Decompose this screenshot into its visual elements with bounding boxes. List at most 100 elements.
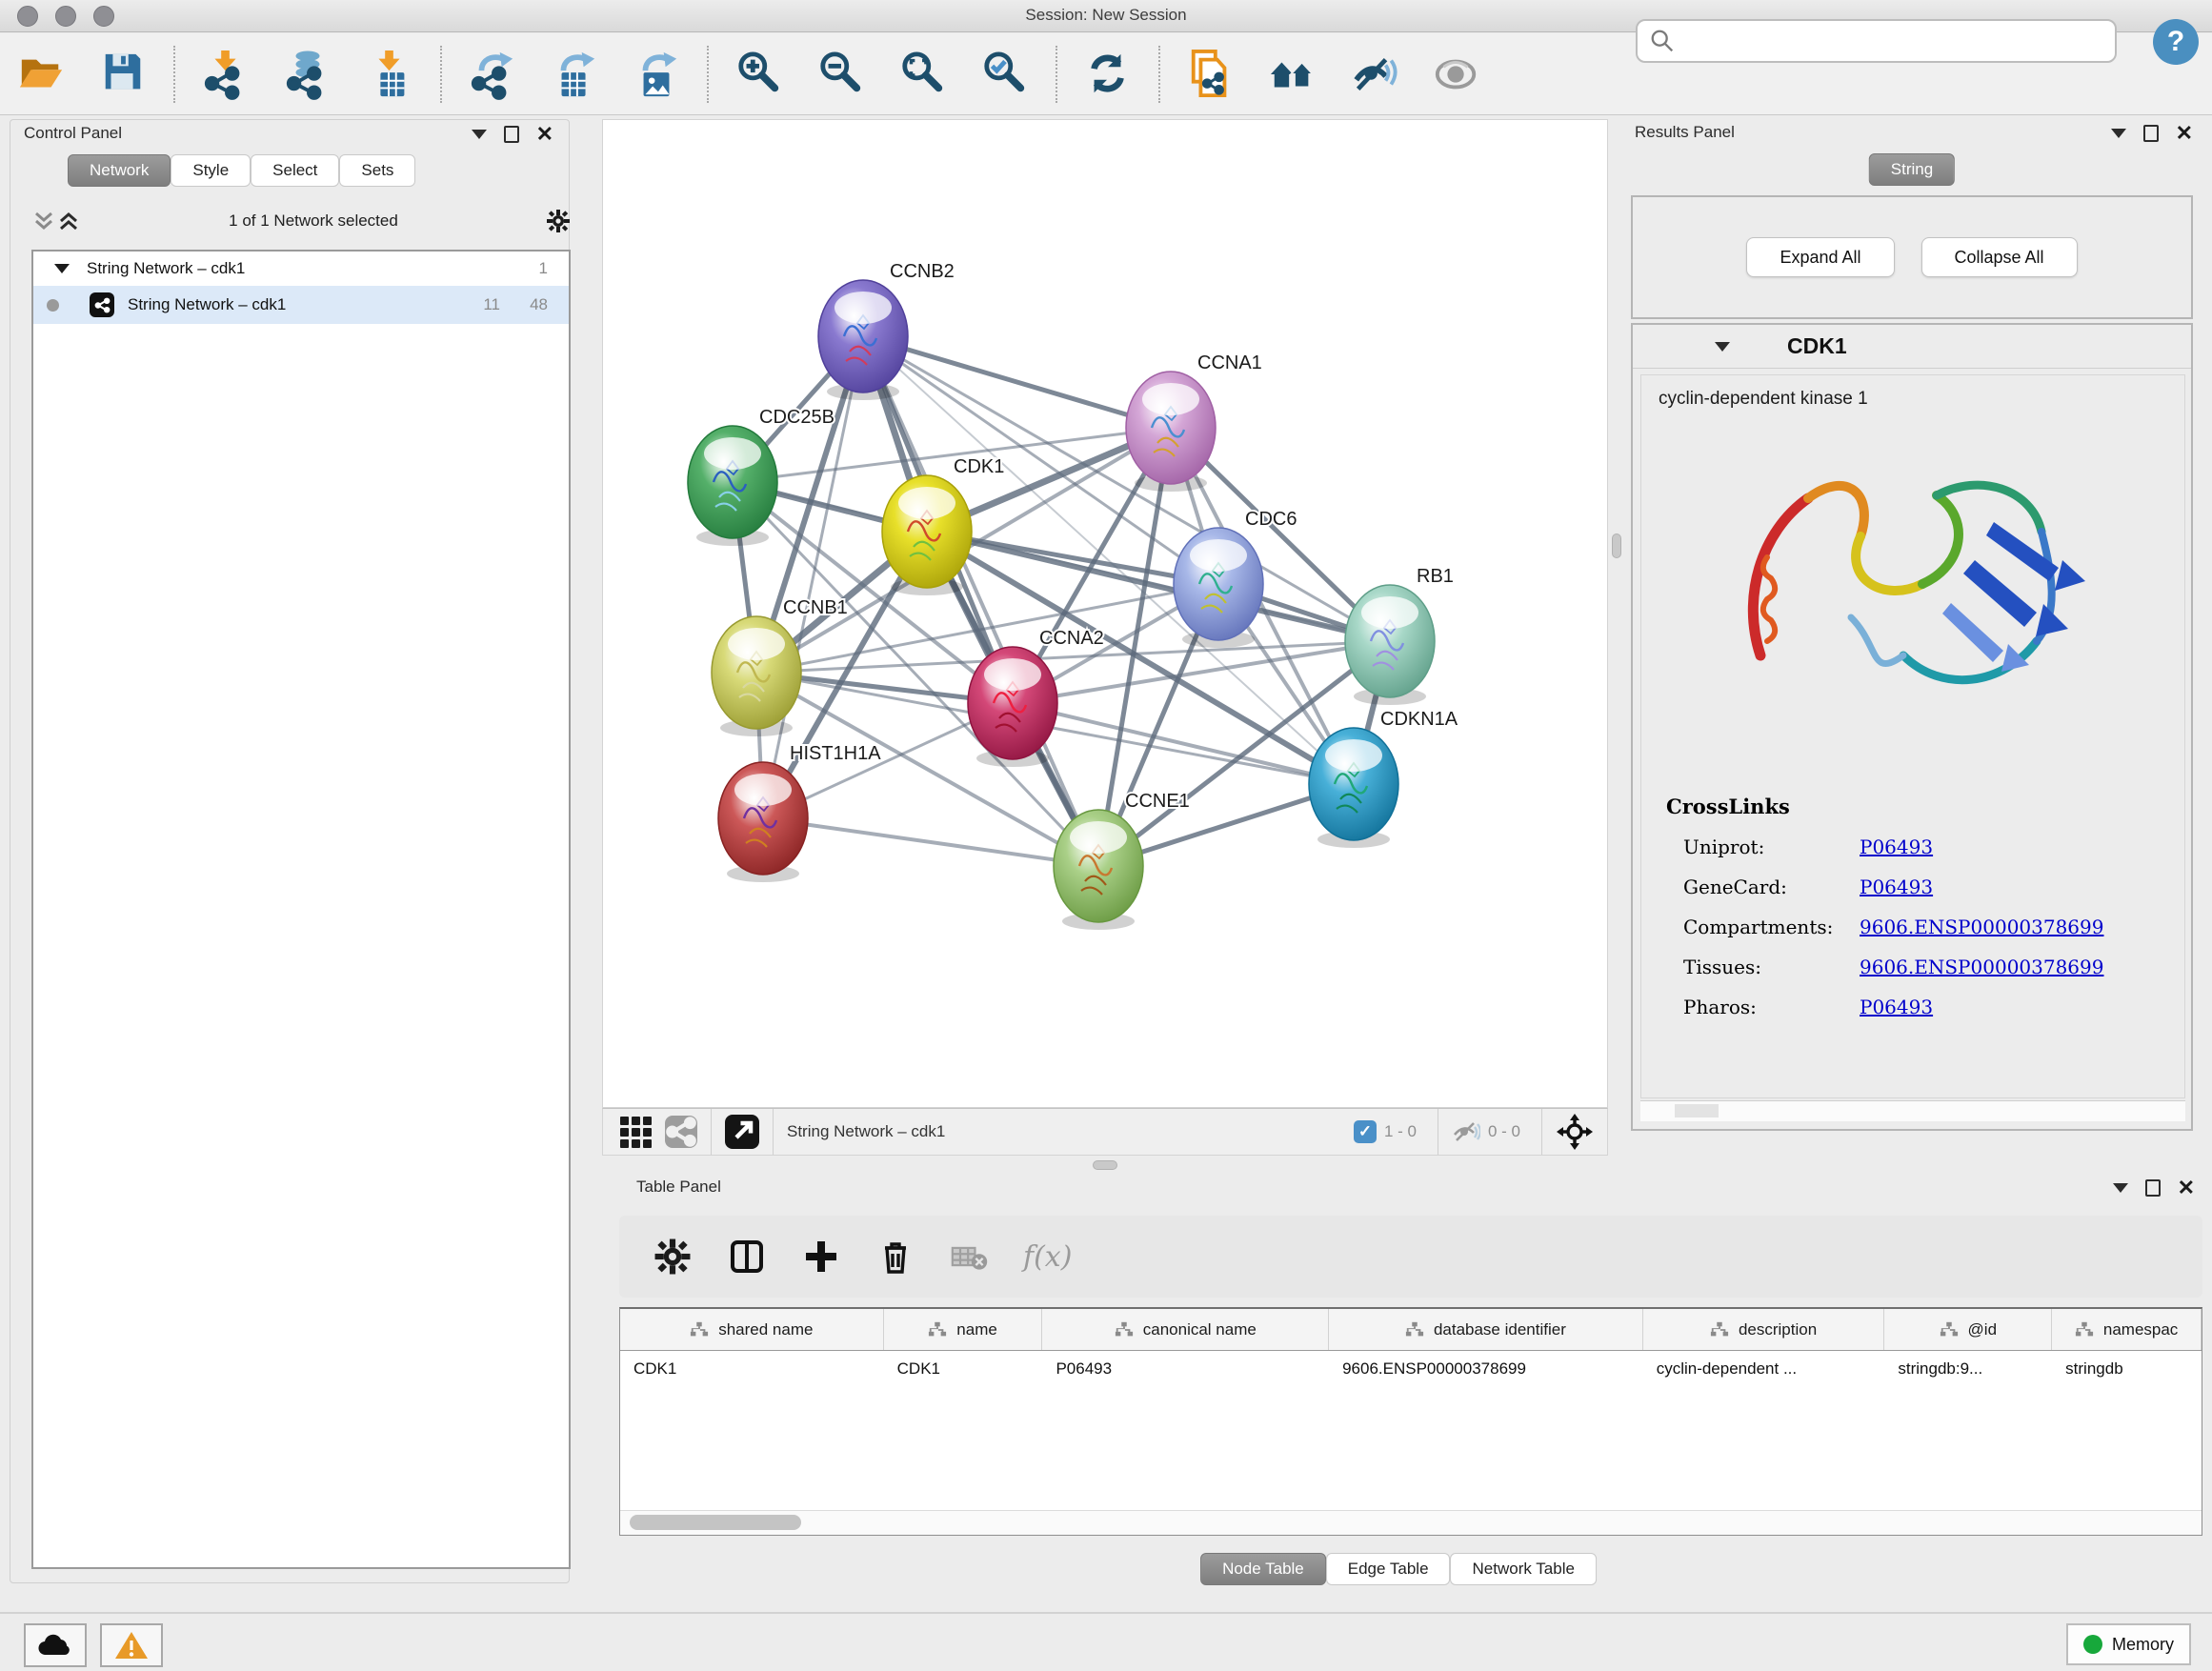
node-section-header[interactable]: CDK1 — [1633, 325, 2191, 369]
table-cell[interactable]: CDK1 — [884, 1359, 1043, 1379]
refresh-layout-icon[interactable] — [1083, 48, 1133, 101]
string-network-graph[interactable]: CCNB2 CCNA1 CDC25B CDK1 CDC6 RB1 CCNB1 C… — [603, 120, 1609, 1109]
node-HIST1H1A[interactable]: HIST1H1A — [718, 743, 881, 882]
save-session-icon[interactable] — [98, 48, 148, 101]
string-hide-glass-icon[interactable] — [1350, 48, 1399, 101]
expand-all-icon[interactable] — [56, 209, 81, 233]
zoom-fit-icon[interactable] — [898, 48, 948, 101]
node-CCNB2[interactable]: CCNB2 — [818, 261, 955, 400]
grid-view-icon[interactable] — [620, 1117, 652, 1148]
edge[interactable] — [863, 336, 1098, 866]
help-button[interactable]: ? — [2153, 19, 2199, 65]
node-table[interactable]: shared namenamecanonical namedatabase id… — [619, 1307, 2202, 1536]
export-network-icon[interactable] — [468, 48, 517, 101]
table-cell[interactable]: 9606.ENSP00000378699 — [1329, 1359, 1643, 1379]
split-view-icon[interactable] — [726, 1236, 768, 1278]
search-box[interactable] — [1636, 19, 2117, 63]
tab-string[interactable]: String — [1869, 153, 1955, 186]
results-panel-maximize-icon[interactable] — [2143, 125, 2159, 142]
delete-icon[interactable] — [875, 1236, 916, 1278]
tab-network-table[interactable]: Network Table — [1451, 1553, 1597, 1585]
tab-node-table[interactable]: Node Table — [1200, 1553, 1326, 1585]
string-protein-query-icon[interactable] — [1186, 48, 1236, 101]
zoom-selected-icon[interactable] — [980, 48, 1030, 101]
network-row-selected[interactable]: String Network – cdk1 11 48 — [33, 286, 569, 324]
table-settings-gear-icon[interactable] — [652, 1236, 694, 1278]
results-scrollbar[interactable] — [1640, 1100, 2185, 1121]
collapse-all-button[interactable]: Collapse All — [1921, 237, 2078, 277]
node-CCNB1[interactable]: CCNB1 — [712, 597, 848, 736]
control-panel-close-icon[interactable]: ✕ — [536, 126, 553, 143]
import-network-file-icon[interactable] — [201, 48, 251, 101]
node-CDC25B[interactable]: CDC25B — [688, 407, 835, 546]
column-header-shared-name[interactable]: shared name — [620, 1309, 884, 1350]
crosslink-link[interactable]: P06493 — [1860, 996, 1933, 1018]
column-header-namespac[interactable]: namespac — [2052, 1309, 2202, 1350]
cloud-status-button[interactable] — [24, 1623, 87, 1667]
tab-edge-table[interactable]: Edge Table — [1326, 1553, 1451, 1585]
column-header--id[interactable]: @id — [1884, 1309, 2052, 1350]
import-table-icon[interactable] — [365, 48, 414, 101]
control-panel-float-icon[interactable] — [472, 130, 487, 139]
table-row[interactable]: CDK1CDK1P064939606.ENSP00000378699cyclin… — [620, 1351, 2202, 1387]
table-panel-float-icon[interactable] — [2113, 1183, 2128, 1193]
edge[interactable] — [763, 818, 1098, 866]
edge[interactable] — [927, 532, 1390, 641]
edge[interactable] — [1013, 703, 1354, 784]
export-table-icon[interactable] — [550, 48, 599, 101]
column-header-description[interactable]: description — [1643, 1309, 1885, 1350]
table-panel-close-icon[interactable]: ✕ — [2178, 1179, 2195, 1197]
node-CDK1[interactable]: CDK1 — [882, 456, 1004, 595]
scrollbar-thumb[interactable] — [630, 1515, 801, 1530]
tab-sets[interactable]: Sets — [339, 154, 415, 187]
expand-all-button[interactable]: Expand All — [1746, 237, 1894, 277]
crosslink-link[interactable]: 9606.ENSP00000378699 — [1860, 916, 2103, 938]
zoom-out-icon[interactable] — [816, 48, 866, 101]
network-overview-icon[interactable] — [665, 1116, 697, 1148]
crosslink-link[interactable]: P06493 — [1860, 876, 1933, 898]
collapse-all-icon[interactable] — [31, 209, 56, 233]
table-cell[interactable]: cyclin-dependent ... — [1643, 1359, 1885, 1379]
crosslink-link[interactable]: P06493 — [1860, 836, 1933, 858]
crosslink-link[interactable]: 9606.ENSP00000378699 — [1860, 956, 2103, 978]
birdseye-toggle-icon[interactable] — [725, 1115, 759, 1149]
search-input[interactable] — [1676, 24, 2115, 58]
column-header-canonical-name[interactable]: canonical name — [1042, 1309, 1329, 1350]
table-panel-maximize-icon[interactable] — [2145, 1179, 2161, 1197]
collection-expander-icon[interactable] — [54, 264, 70, 273]
export-image-icon[interactable] — [632, 48, 681, 101]
network-collection-row[interactable]: String Network – cdk1 1 — [33, 252, 569, 286]
import-network-database-icon[interactable] — [283, 48, 332, 101]
results-panel-float-icon[interactable] — [2111, 129, 2126, 138]
table-cell[interactable]: stringdb:9... — [1884, 1359, 2052, 1379]
section-expander-icon[interactable] — [1715, 342, 1730, 352]
column-header-database-identifier[interactable]: database identifier — [1329, 1309, 1643, 1350]
zoom-in-icon[interactable] — [734, 48, 784, 101]
table-cell[interactable]: stringdb — [2052, 1359, 2202, 1379]
control-panel-maximize-icon[interactable] — [504, 126, 519, 143]
memory-button[interactable]: Memory — [2066, 1623, 2191, 1665]
warning-status-button[interactable] — [100, 1623, 163, 1667]
column-header-name[interactable]: name — [884, 1309, 1043, 1350]
splitter-grip-horizontal[interactable] — [1093, 1160, 1117, 1170]
add-column-icon[interactable] — [800, 1236, 842, 1278]
string-home-icon[interactable] — [1268, 48, 1317, 101]
splitter-grip-vertical[interactable] — [1612, 534, 1621, 558]
open-session-icon[interactable] — [16, 48, 66, 101]
node-RB1[interactable]: RB1 — [1345, 566, 1454, 705]
table-cell[interactable]: CDK1 — [620, 1359, 884, 1379]
tab-select[interactable]: Select — [251, 154, 339, 187]
network-canvas[interactable]: CCNB2 CCNA1 CDC25B CDK1 CDC6 RB1 CCNB1 C… — [602, 119, 1608, 1108]
edge[interactable] — [863, 336, 1171, 428]
tab-style[interactable]: Style — [171, 154, 251, 187]
selected-nodes-checkbox-icon[interactable]: ✓ — [1354, 1120, 1377, 1143]
string-show-eye-icon[interactable] — [1432, 48, 1481, 101]
table-horizontal-scrollbar[interactable] — [620, 1510, 2202, 1535]
node-CCNA1[interactable]: CCNA1 — [1126, 352, 1262, 492]
network-options-gear-icon[interactable] — [546, 209, 571, 233]
results-panel-close-icon[interactable]: ✕ — [2176, 125, 2193, 142]
fit-selected-crosshair-icon[interactable] — [1556, 1113, 1594, 1151]
table-cell[interactable]: P06493 — [1042, 1359, 1329, 1379]
node-CDKN1A[interactable]: CDKN1A — [1309, 709, 1458, 848]
tab-network[interactable]: Network — [68, 154, 171, 187]
